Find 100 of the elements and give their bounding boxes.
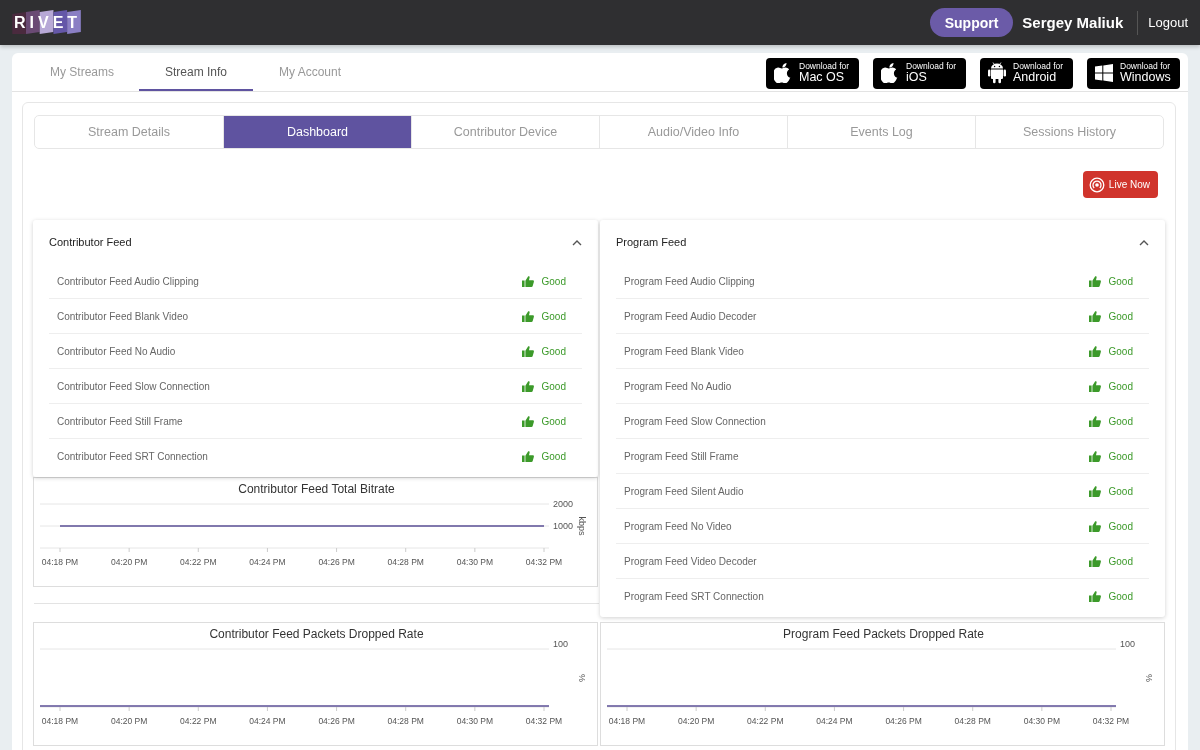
- axis-tick-label: 04:20 PM: [110, 716, 148, 726]
- status-text: Good: [1108, 310, 1133, 322]
- thumbs-up-icon: [1088, 415, 1101, 427]
- axis-tick-label: 04:30 PM: [1023, 716, 1061, 726]
- check-name: Program Feed SRT Connection: [624, 590, 765, 602]
- download-button[interactable]: Download for Windows: [1087, 57, 1180, 89]
- apple-icon: [881, 63, 899, 83]
- live-now-button[interactable]: Live Now: [1082, 171, 1158, 198]
- axis-tick-label: 2000: [553, 499, 574, 509]
- axis-tick-label: 04:18 PM: [41, 716, 79, 726]
- thumbs-up-icon: [521, 345, 534, 357]
- axis-label: kbps: [577, 516, 587, 536]
- chart-title: Program Feed Packets Dropped Rate: [783, 627, 984, 641]
- apple-icon: [774, 63, 792, 83]
- thumbs-up-icon: [521, 275, 534, 287]
- axis-tick-label: 04:30 PM: [456, 716, 494, 726]
- status-text: Good: [1108, 345, 1133, 357]
- chevron-up-icon[interactable]: [1139, 238, 1149, 246]
- check-name: Contributor Feed Still Frame: [57, 415, 184, 427]
- axis-tick-label: 04:24 PM: [816, 716, 853, 726]
- chart-title: Contributor Feed Packets Dropped Rate: [209, 627, 424, 641]
- thumbs-up-icon: [1088, 555, 1101, 567]
- status-text: Good: [1108, 485, 1133, 497]
- axis-tick-label: 04:26 PM: [885, 716, 922, 726]
- status-text: Good: [541, 345, 566, 357]
- status-text: Good: [1108, 590, 1133, 602]
- status-text: Good: [1108, 450, 1133, 462]
- thumbs-up-icon: [521, 310, 534, 322]
- status-text: Good: [541, 310, 566, 322]
- axis-tick-label: 04:32 PM: [1092, 716, 1130, 726]
- thumbs-up-icon: [1088, 485, 1101, 497]
- status-text: Good: [541, 275, 566, 287]
- check-name: Program Feed Still Frame: [624, 450, 740, 462]
- tab[interactable]: Sessions History: [975, 116, 1163, 148]
- axis-tick-label: 04:30 PM: [456, 557, 494, 567]
- status-text: Good: [541, 450, 566, 462]
- check-name: Contributor Feed Slow Connection: [57, 380, 211, 392]
- thumbs-up-icon: [1088, 275, 1101, 287]
- tab[interactable]: Events Log: [787, 116, 975, 148]
- check-name: Program Feed Video Decoder: [624, 555, 758, 567]
- thumbs-up-icon: [1088, 310, 1101, 322]
- chevron-up-icon[interactable]: [572, 238, 582, 246]
- axis-tick-label: 04:28 PM: [954, 716, 991, 726]
- check-name: Contributor Feed No Audio: [57, 345, 177, 357]
- panel-title: Program Feed: [616, 236, 688, 248]
- panel-title: Contributor Feed: [49, 236, 133, 248]
- check-name: Contributor Feed Audio Clipping: [57, 275, 200, 287]
- axis-tick-label: 100: [553, 639, 569, 649]
- chart-title: Contributor Feed Total Bitrate: [238, 482, 395, 496]
- check-name: Program Feed Blank Video: [624, 345, 745, 357]
- nav-tab[interactable]: My Streams: [25, 54, 139, 91]
- user-name: Sergey Maliuk: [1022, 14, 1124, 31]
- axis-tick-label: 04:24 PM: [249, 557, 286, 567]
- status-text: Good: [1108, 415, 1133, 427]
- axis-tick-label: 04:22 PM: [747, 716, 784, 726]
- check-name: Program Feed Silent Audio: [624, 485, 745, 497]
- nav-tab[interactable]: Stream Info: [139, 54, 253, 91]
- nav-tab[interactable]: My Account: [253, 54, 367, 91]
- status-text: Good: [1108, 555, 1133, 567]
- axis-tick-label: 04:26 PM: [318, 557, 355, 567]
- axis-tick-label: 04:18 PM: [41, 557, 79, 567]
- axis-tick-label: 04:20 PM: [110, 557, 148, 567]
- axis-label: %: [1144, 674, 1154, 682]
- status-text: Good: [541, 380, 566, 392]
- thumbs-up-icon: [521, 415, 534, 427]
- thumbs-up-icon: [1088, 345, 1101, 357]
- thumbs-up-icon: [1088, 520, 1101, 532]
- thumbs-up-icon: [521, 450, 534, 462]
- broadcast-icon: [1088, 176, 1105, 193]
- axis-tick-label: 100: [1120, 639, 1136, 649]
- status-text: Good: [541, 415, 566, 427]
- thumbs-up-icon: [1088, 590, 1101, 602]
- tab[interactable]: Contributor Device: [411, 116, 599, 148]
- axis-tick-label: 04:24 PM: [249, 716, 286, 726]
- download-button[interactable]: Download for Mac OS: [766, 57, 859, 89]
- check-name: Program Feed No Audio: [624, 380, 733, 392]
- support-button[interactable]: Support: [929, 8, 1014, 37]
- windows-icon: [1095, 64, 1113, 82]
- axis-tick-label: 04:32 PM: [525, 716, 563, 726]
- download-button[interactable]: Download for Android: [980, 57, 1073, 89]
- axis-label: %: [577, 674, 587, 682]
- check-name: Contributor Feed SRT Connection: [57, 450, 209, 462]
- status-text: Good: [1108, 380, 1133, 392]
- axis-tick-label: 04:22 PM: [180, 716, 217, 726]
- status-text: Good: [1108, 520, 1133, 532]
- axis-tick-label: 04:22 PM: [180, 557, 217, 567]
- tab[interactable]: Audio/Video Info: [599, 116, 787, 148]
- logout-link[interactable]: Logout: [1148, 15, 1188, 30]
- axis-tick-label: 04:18 PM: [608, 716, 646, 726]
- axis-tick-label: 04:28 PM: [387, 716, 424, 726]
- axis-tick-label: 04:26 PM: [318, 716, 355, 726]
- check-name: Program Feed Audio Decoder: [624, 310, 758, 322]
- axis-tick-label: 04:28 PM: [387, 557, 424, 567]
- thumbs-up-icon: [1088, 380, 1101, 392]
- thumbs-up-icon: [1088, 450, 1101, 462]
- check-name: Contributor Feed Blank Video: [57, 310, 189, 322]
- download-button[interactable]: Download for iOS: [873, 57, 966, 89]
- tab[interactable]: Stream Details: [35, 116, 223, 148]
- axis-tick-label: 04:32 PM: [525, 557, 563, 567]
- tab[interactable]: Dashboard: [223, 116, 411, 148]
